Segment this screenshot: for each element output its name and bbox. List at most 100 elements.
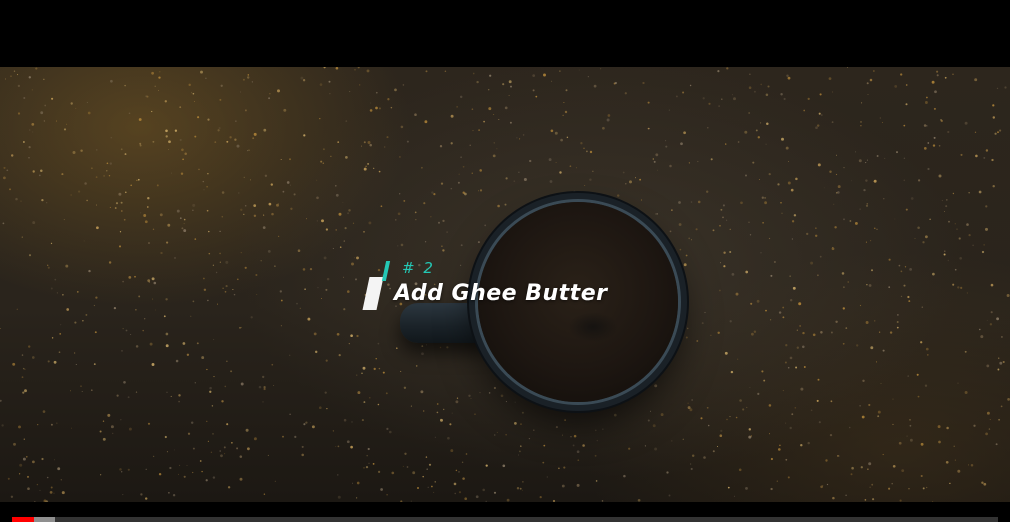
speckle (207, 299, 209, 302)
speckle (289, 413, 291, 416)
speckle (72, 151, 76, 154)
speckle (560, 138, 563, 142)
speckle (297, 249, 301, 252)
speckle (251, 81, 253, 83)
speckle (202, 180, 204, 183)
speckle (16, 308, 18, 310)
speckle (600, 400, 604, 404)
speckle (219, 252, 221, 255)
speckle (386, 494, 388, 496)
speckle (479, 391, 481, 394)
speckle (236, 144, 240, 148)
speckle (472, 72, 475, 75)
speckle (433, 193, 436, 196)
speckle (244, 205, 247, 207)
speckle (221, 191, 225, 194)
speckle (61, 491, 65, 495)
speckle (49, 491, 53, 494)
speckle (19, 463, 23, 467)
speckle (498, 118, 500, 121)
speckle (795, 177, 798, 181)
speckle (979, 328, 981, 331)
speckle (168, 491, 170, 494)
speckle (219, 261, 221, 263)
speckle (922, 241, 925, 244)
speckle (326, 277, 330, 281)
speckle (206, 368, 208, 371)
speckle (828, 77, 832, 80)
speckle (510, 378, 512, 381)
speckle (796, 329, 798, 331)
speckle (983, 482, 987, 486)
speckle (513, 180, 516, 183)
speckle (871, 483, 874, 486)
speckle (826, 483, 829, 486)
speckle (317, 287, 319, 289)
speckle (622, 171, 625, 174)
speckle (543, 444, 546, 447)
speckle (363, 231, 365, 233)
speckle (999, 129, 1002, 132)
speckle (696, 340, 699, 342)
speckle (901, 469, 905, 473)
speckle (837, 191, 840, 194)
speckle (964, 350, 967, 353)
speckle (985, 227, 988, 231)
speckle (789, 356, 793, 360)
speckle (791, 413, 794, 416)
speckle (135, 391, 138, 393)
video-frame[interactable]: # 2 Add Ghee Butter (0, 67, 1010, 502)
speckle (299, 307, 301, 309)
speckle (80, 149, 83, 152)
speckle (28, 146, 31, 149)
speckle (225, 285, 228, 288)
speckle (363, 141, 366, 144)
speckle (165, 129, 168, 133)
speckle (697, 200, 701, 204)
speckle (985, 205, 988, 208)
speckle (357, 67, 360, 69)
speckle (819, 93, 822, 96)
speckle (263, 493, 266, 495)
speckle (549, 180, 553, 183)
speckle (983, 156, 986, 159)
speckle (301, 445, 304, 448)
speckle (460, 156, 462, 159)
speckle (903, 179, 906, 182)
speckle (73, 352, 76, 354)
progress-bar[interactable] (12, 517, 998, 522)
video-player[interactable]: # 2 Add Ghee Butter (0, 0, 1010, 522)
speckle (748, 221, 750, 224)
speckle (37, 424, 39, 426)
speckle (788, 161, 789, 163)
speckle (221, 400, 224, 403)
speckle (402, 84, 405, 86)
speckle (532, 89, 535, 92)
speckle (139, 212, 142, 214)
speckle (903, 284, 906, 287)
speckle (752, 161, 755, 164)
speckle (847, 281, 849, 283)
speckle (70, 194, 72, 196)
speckle (344, 227, 347, 230)
speckle (175, 359, 179, 363)
speckle (264, 174, 268, 177)
speckle (391, 471, 395, 475)
speckle (114, 207, 117, 209)
speckle (920, 442, 924, 446)
speckle (115, 202, 119, 205)
speckle (572, 190, 576, 194)
speckle (543, 73, 546, 77)
speckle (179, 217, 182, 220)
speckle (268, 97, 271, 100)
speckle (213, 339, 215, 341)
speckle (784, 361, 787, 364)
speckle (65, 264, 69, 268)
speckle (93, 304, 95, 307)
speckle (147, 279, 151, 282)
speckle (138, 118, 142, 121)
speckle (559, 70, 561, 72)
speckle (989, 419, 991, 421)
speckle (43, 78, 45, 80)
speckle (830, 331, 833, 334)
